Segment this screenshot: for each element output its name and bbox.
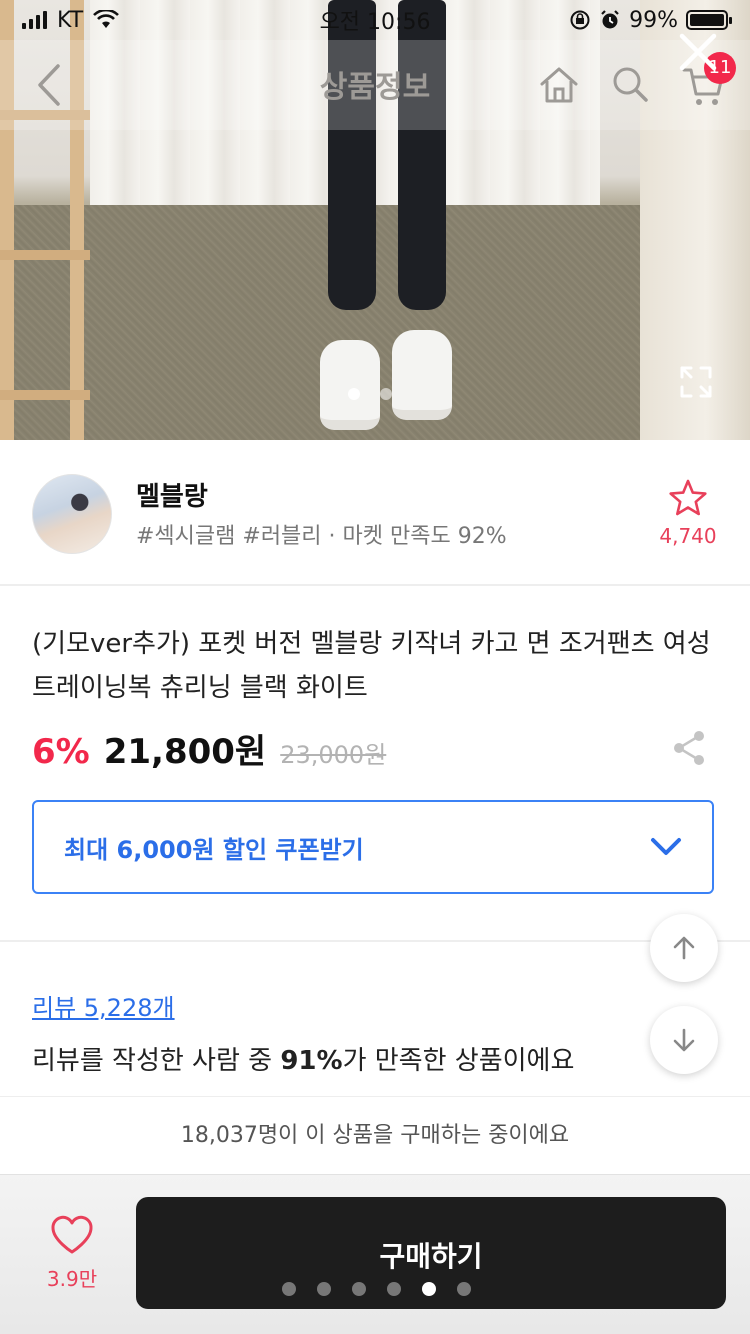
- page-dot: [422, 1282, 436, 1296]
- arrow-up-icon: [673, 936, 695, 960]
- like-count: 3.9만: [46, 1267, 98, 1291]
- carousel-dot[interactable]: [380, 388, 392, 400]
- close-icon[interactable]: [676, 30, 720, 74]
- wifi-icon: [93, 10, 120, 28]
- purchase-bar: 3.9만 구매하기: [0, 1174, 750, 1334]
- store-avatar[interactable]: [32, 474, 112, 554]
- coupon-button[interactable]: 최대 6,000원 할인 쿠폰받기: [32, 800, 714, 894]
- buy-button-label: 구매하기: [379, 1240, 483, 1273]
- page-dot: [282, 1282, 296, 1296]
- carousel-dot[interactable]: [348, 388, 360, 400]
- scroll-to-top-button[interactable]: [650, 914, 718, 982]
- battery-icon: [686, 10, 732, 30]
- home-icon[interactable]: [538, 64, 580, 106]
- carrier-label: KT: [57, 7, 84, 33]
- page-dot: [352, 1282, 366, 1296]
- status-bar: KT 오전 10:56 99%: [0, 0, 750, 40]
- top-navigation: 상품정보: [0, 40, 750, 130]
- scroll-to-bottom-button[interactable]: [650, 1006, 718, 1074]
- review-summary-suffix: 가 만족한 상품이에요: [342, 1046, 575, 1076]
- carousel-indicator: [348, 388, 392, 400]
- heart-icon: [51, 1215, 93, 1254]
- share-icon[interactable]: [672, 730, 706, 766]
- buying-now-banner: 18,037명이 이 상품을 구매하는 중이에요: [0, 1096, 750, 1174]
- page-dot: [457, 1282, 471, 1296]
- expand-icon[interactable]: [678, 364, 714, 400]
- star-icon[interactable]: [668, 478, 708, 518]
- signal-icon: [22, 11, 47, 29]
- sale-price: 21,800원: [103, 732, 267, 772]
- review-summary-prefix: 리뷰를 작성한 사람 중: [32, 1046, 281, 1076]
- discount-rate: 6%: [32, 732, 90, 772]
- store-name[interactable]: 멜블랑: [136, 476, 208, 513]
- review-count-link[interactable]: 리뷰 5,228개: [32, 988, 175, 1023]
- page-dot: [317, 1282, 331, 1296]
- review-satisfaction: 리뷰를 작성한 사람 중 91%가 만족한 상품이에요: [32, 1040, 574, 1077]
- product-info: (기모ver추가) 포켓 버전 멜블랑 키작녀 카고 면 조거팬츠 여성 트레이…: [0, 588, 750, 942]
- arrow-down-icon: [673, 1028, 695, 1052]
- review-satisfaction-percent: 91%: [280, 1046, 343, 1076]
- battery-percent: 99%: [629, 7, 678, 33]
- price-row: 6% 21,800원 23,000원: [32, 724, 386, 773]
- coupon-label: 최대 6,000원 할인 쿠폰받기: [64, 835, 364, 864]
- status-time: 오전 10:56: [319, 10, 431, 35]
- orientation-lock-icon: [570, 10, 590, 30]
- store-info[interactable]: 멜블랑 #섹시글램 #러블리 · 마켓 만족도 92% 4,740: [0, 440, 750, 586]
- like-button[interactable]: 3.9만: [28, 1215, 116, 1292]
- page-indicator: [282, 1282, 471, 1296]
- search-icon[interactable]: [610, 64, 650, 104]
- chevron-down-icon: [651, 838, 681, 855]
- product-title: (기모ver추가) 포켓 버전 멜블랑 키작녀 카고 면 조거팬츠 여성 트레이…: [32, 629, 711, 703]
- original-price: 23,000원: [280, 741, 387, 769]
- store-favorite-count: 4,740: [659, 524, 717, 548]
- store-tags: #섹시글램 #러블리 · 마켓 만족도 92%: [136, 524, 507, 549]
- alarm-icon: [601, 10, 619, 29]
- review-summary: 리뷰 5,228개 리뷰를 작성한 사람 중 91%가 만족한 상품이에요: [0, 944, 750, 1096]
- page-dot: [387, 1282, 401, 1296]
